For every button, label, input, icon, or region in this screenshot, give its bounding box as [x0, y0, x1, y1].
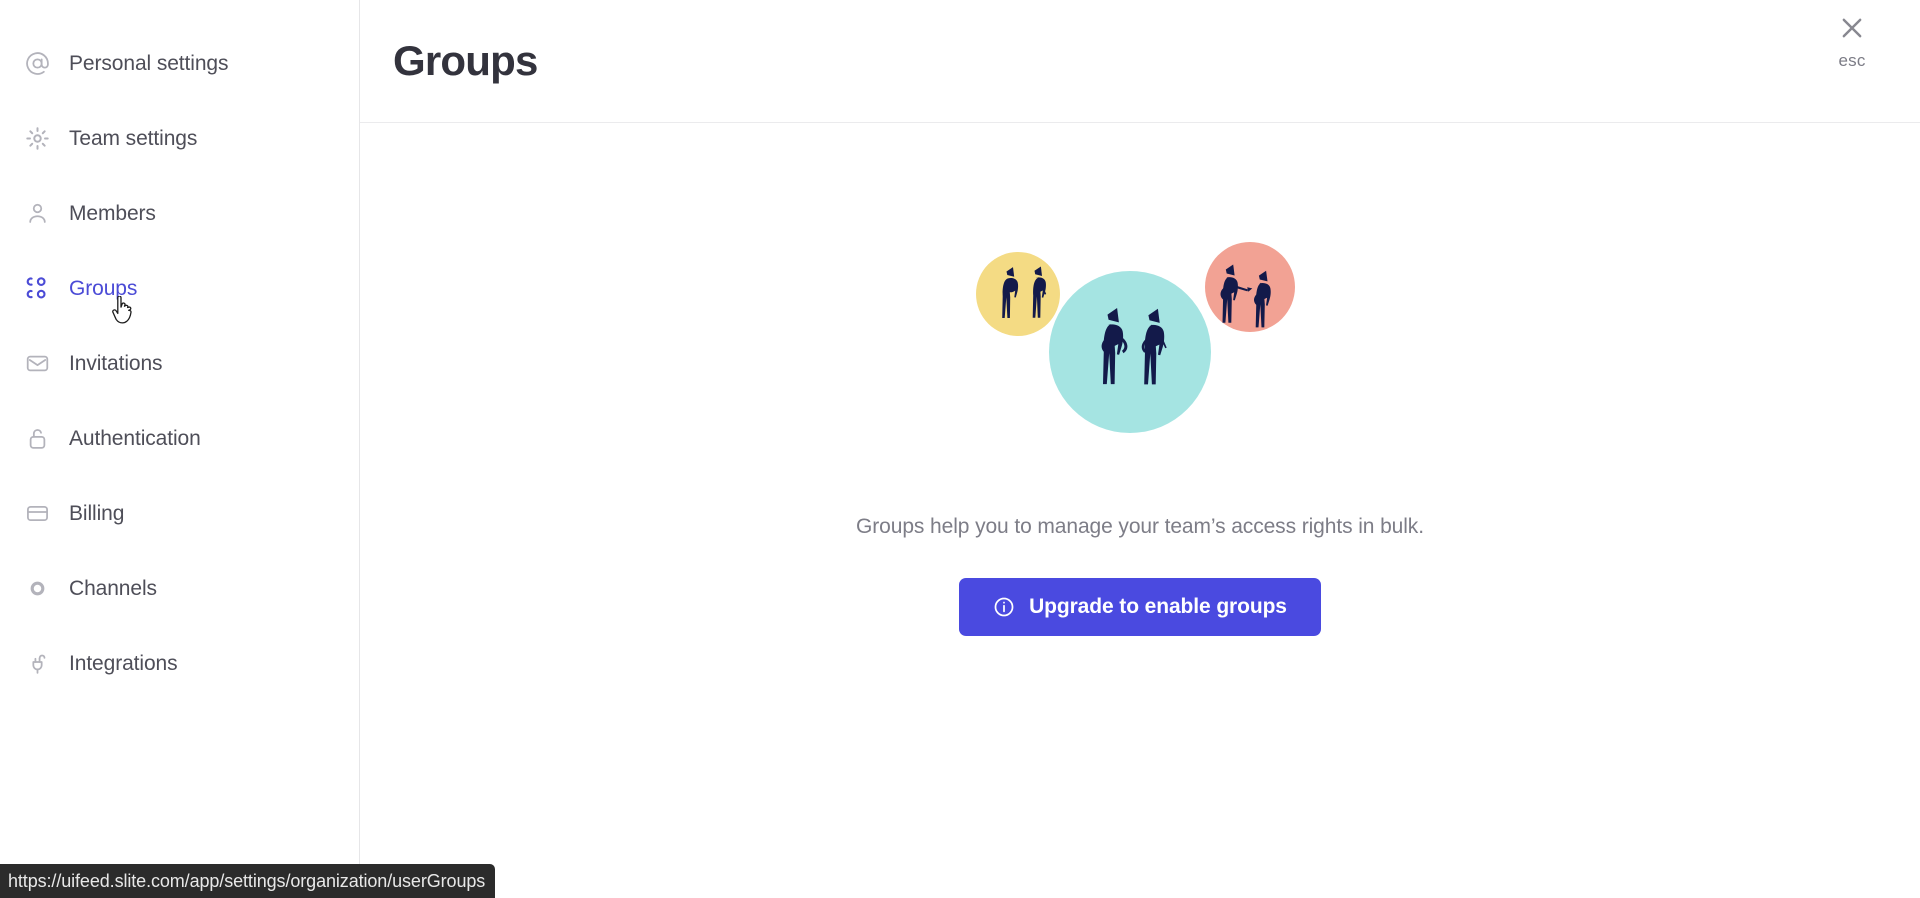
sidebar-item-label: Groups: [69, 276, 138, 300]
plug-icon: [24, 650, 50, 676]
upgrade-button-label: Upgrade to enable groups: [1029, 595, 1287, 619]
sidebar-item-personal-settings[interactable]: Personal settings: [0, 38, 359, 88]
settings-sidebar: Personal settings Team settings Members: [0, 0, 360, 898]
unlocked-padlock-icon: [24, 425, 50, 451]
sidebar-item-label: Authentication: [69, 426, 201, 450]
status-bar-url: https://uifeed.slite.com/app/settings/or…: [0, 864, 496, 898]
sidebar-item-integrations[interactable]: Integrations: [0, 638, 359, 688]
groups-people-illustration: [950, 239, 1330, 459]
yellow-circle: [976, 252, 1060, 336]
sidebar-item-label: Integrations: [69, 651, 178, 675]
sidebar-item-label: Channels: [69, 576, 157, 600]
circle-icon: [24, 575, 50, 601]
close-x-icon: [1838, 14, 1866, 42]
salmon-circle: [1205, 242, 1295, 332]
sidebar-item-label: Billing: [69, 501, 125, 525]
sidebar-item-label: Personal settings: [69, 51, 229, 75]
user-icon: [24, 200, 50, 226]
sidebar-item-label: Members: [69, 201, 156, 225]
credit-card-icon: [24, 500, 50, 526]
teal-circle: [1049, 271, 1211, 433]
sidebar-item-billing[interactable]: Billing: [0, 488, 359, 538]
sidebar-item-groups[interactable]: Groups: [0, 263, 359, 313]
page-title: Groups: [393, 37, 538, 84]
sidebar-item-label: Invitations: [69, 351, 163, 375]
settings-modal: Personal settings Team settings Members: [0, 0, 1920, 898]
page-header: Groups esc: [360, 0, 1920, 123]
gear-icon: [24, 125, 50, 151]
envelope-icon: [24, 350, 50, 376]
sidebar-item-team-settings[interactable]: Team settings: [0, 113, 359, 163]
close-button[interactable]: esc: [1820, 14, 1884, 71]
sidebar-item-label: Team settings: [69, 126, 198, 150]
upgrade-to-enable-groups-button[interactable]: Upgrade to enable groups: [959, 578, 1321, 637]
sidebar-item-channels[interactable]: Channels: [0, 563, 359, 613]
users-group-icon: [24, 275, 50, 301]
info-circle-icon: [993, 596, 1015, 618]
close-button-label: esc: [1838, 51, 1866, 70]
sidebar-item-members[interactable]: Members: [0, 188, 359, 238]
empty-state-content: Groups help you to manage your team’s ac…: [360, 123, 1920, 898]
main-panel: Groups esc Groups help you to manage you…: [360, 0, 1920, 898]
at-sign-icon: [24, 50, 50, 76]
sidebar-item-invitations[interactable]: Invitations: [0, 338, 359, 388]
empty-state-description: Groups help you to manage your team’s ac…: [856, 515, 1424, 538]
sidebar-item-authentication[interactable]: Authentication: [0, 413, 359, 463]
